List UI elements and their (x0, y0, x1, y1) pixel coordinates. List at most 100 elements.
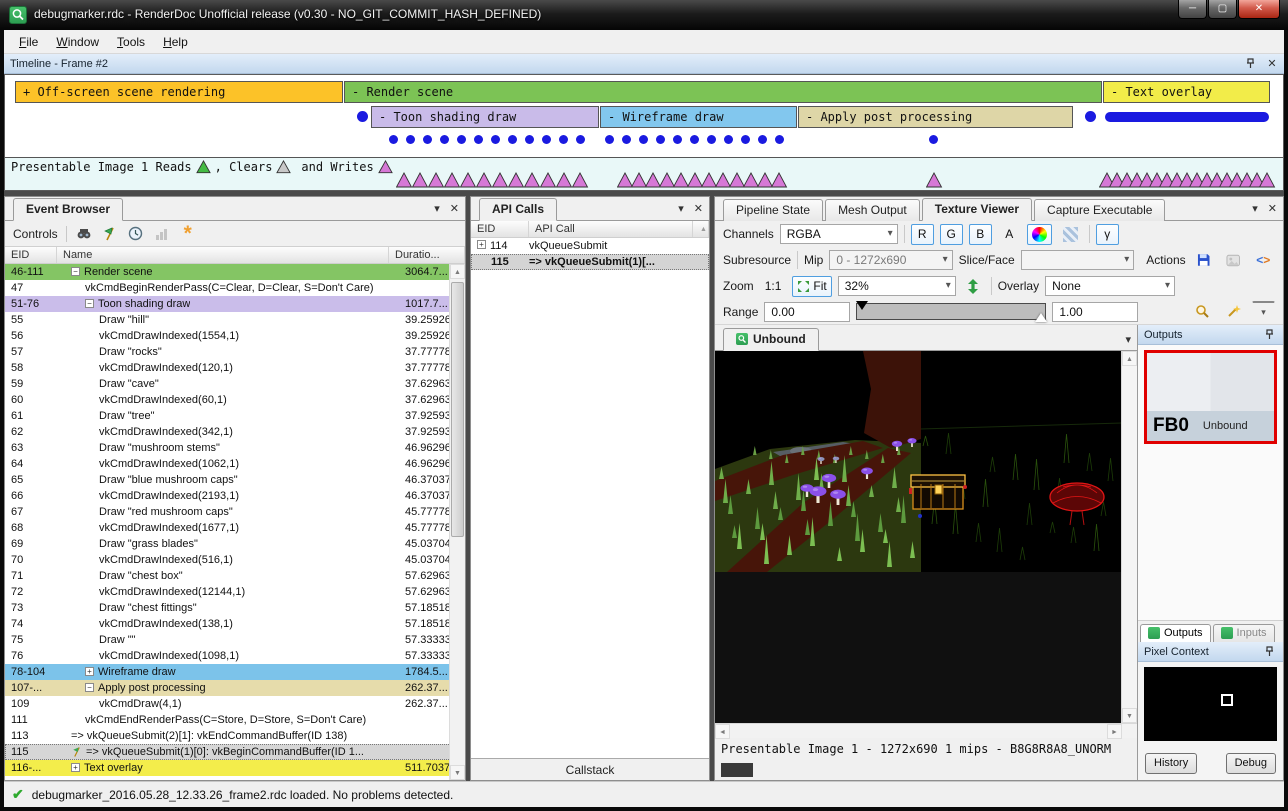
table-row[interactable]: 55Draw "hill"39.25926 (5, 312, 465, 328)
pin-icon[interactable] (1265, 646, 1277, 657)
range-black-point-handle[interactable] (856, 301, 868, 310)
menu-tools[interactable]: Tools (108, 32, 154, 52)
texture-viewport[interactable]: ▲ ▼ (715, 351, 1137, 723)
debug-button[interactable]: Debug (1226, 753, 1276, 774)
table-row[interactable]: 115=> vkQueueSubmit(1)[... (471, 254, 709, 270)
tab-pipeline-state[interactable]: Pipeline State (723, 199, 823, 221)
table-row[interactable]: 76vkCmdDrawIndexed(1098,1)57.33333 (5, 648, 465, 664)
pin-icon[interactable] (1246, 58, 1258, 69)
table-row[interactable]: 58vkCmdDrawIndexed(120,1)37.77778 (5, 360, 465, 376)
table-row[interactable]: 116-...+Text overlay511.7037 (5, 760, 465, 776)
event-list-scrollbar[interactable]: ▲ ▼ (449, 264, 465, 780)
table-row[interactable]: 69Draw "grass blades"45.03704 (5, 536, 465, 552)
scroll-up-icon[interactable]: ▲ (1122, 351, 1137, 366)
overlay-select[interactable]: None▾ (1045, 276, 1175, 296)
table-row[interactable]: 68vkCmdDrawIndexed(1677,1)45.77778 (5, 520, 465, 536)
column-api-call[interactable]: API Call (529, 221, 693, 237)
collapse-icon[interactable]: − (85, 299, 94, 308)
table-row[interactable]: +114vkQueueSubmit (471, 238, 709, 254)
table-row[interactable]: 74vkCmdDrawIndexed(138,1)57.18518 (5, 616, 465, 632)
menu-window[interactable]: Window (47, 32, 108, 52)
tab-inputs[interactable]: Inputs (1213, 624, 1275, 642)
channels-select[interactable]: RGBA▾ (780, 224, 898, 244)
table-row[interactable]: 56vkCmdDrawIndexed(1554,1)39.25926 (5, 328, 465, 344)
zoom-1to1-button[interactable]: 1:1 (760, 276, 787, 297)
slice-face-select[interactable]: ▾ (1021, 250, 1135, 270)
expand-icon[interactable]: + (71, 763, 80, 772)
range-max-input[interactable]: 1.00 (1052, 302, 1138, 322)
table-row[interactable]: 67Draw "red mushroom caps"45.77778 (5, 504, 465, 520)
table-row[interactable]: 70vkCmdDrawIndexed(516,1)45.03704 (5, 552, 465, 568)
table-row[interactable]: 63Draw "mushroom stems"46.96296 (5, 440, 465, 456)
range-autofit-button[interactable] (1190, 301, 1215, 322)
pin-icon[interactable] (1265, 329, 1277, 340)
table-row[interactable]: 61Draw "tree"37.92593 (5, 408, 465, 424)
gamma-toggle[interactable]: γ (1096, 224, 1119, 245)
flip-y-button[interactable] (962, 276, 985, 297)
range-min-input[interactable]: 0.00 (764, 302, 850, 322)
table-row[interactable]: 111vkCmdEndRenderPass(C=Store, D=Store, … (5, 712, 465, 728)
close-icon[interactable]: ✕ (1268, 202, 1277, 215)
table-row[interactable]: 46-111−Render scene3064.7... (5, 264, 465, 280)
range-auto-button[interactable] (1221, 301, 1246, 322)
table-row[interactable]: 107-...−Apply post processing262.37... (5, 680, 465, 696)
table-row[interactable]: 113=> vkQueueSubmit(2)[1]: vkEndCommandB… (5, 728, 465, 744)
time-clock-icon[interactable] (127, 225, 145, 243)
minimize-button[interactable]: ─ (1178, 0, 1207, 19)
close-icon[interactable]: ✕ (1266, 57, 1278, 70)
channel-blue-toggle[interactable]: B (969, 224, 992, 245)
table-row[interactable]: 71Draw "chest box"57.62963 (5, 568, 465, 584)
scroll-down-icon[interactable]: ▼ (450, 765, 465, 780)
close-icon[interactable]: ✕ (694, 202, 703, 215)
range-white-point-handle[interactable] (1035, 313, 1047, 322)
timeline-bar[interactable]: - Wireframe draw (600, 106, 797, 128)
tab-current-texture[interactable]: Unbound (723, 328, 819, 351)
chevron-down-icon[interactable]: ▾ (1125, 333, 1131, 346)
table-row[interactable]: 66vkCmdDrawIndexed(2193,1)46.37037 (5, 488, 465, 504)
collapse-icon[interactable]: − (71, 267, 80, 276)
timeline-bar[interactable]: - Text overlay (1103, 81, 1270, 103)
timeline-bar[interactable]: - Toon shading draw (371, 106, 599, 128)
tab-outputs[interactable]: Outputs (1140, 624, 1211, 642)
chevron-down-icon[interactable]: ▾ (678, 202, 684, 215)
close-icon[interactable]: ✕ (450, 202, 459, 215)
table-row[interactable]: 109vkCmdDraw(4,1)262.37... (5, 696, 465, 712)
chevron-down-icon[interactable]: ▾ (434, 202, 440, 215)
scroll-right-icon[interactable]: ► (1107, 724, 1122, 739)
scroll-down-icon[interactable]: ▼ (1122, 708, 1137, 723)
texture-hscrollbar[interactable]: ◄ ► (715, 723, 1137, 738)
timeline-bar[interactable]: + Off-screen scene rendering (15, 81, 343, 103)
scroll-up-icon[interactable]: ▲ (450, 264, 465, 279)
pixel-context-view[interactable] (1144, 667, 1277, 741)
stats-icon[interactable] (153, 225, 171, 243)
range-slider[interactable] (856, 303, 1046, 320)
expand-icon[interactable]: + (477, 240, 486, 249)
close-button[interactable]: ✕ (1238, 0, 1280, 19)
timeline-bar[interactable]: - Apply post processing (798, 106, 1073, 128)
zoom-select[interactable]: 32%▾ (838, 276, 956, 296)
column-eid[interactable]: EID (471, 221, 529, 237)
column-name[interactable]: Name (57, 247, 389, 263)
chevron-down-icon[interactable]: ▾ (1252, 202, 1258, 215)
tab-capture-executable[interactable]: Capture Executable (1034, 199, 1165, 221)
table-row[interactable]: 115=> vkQueueSubmit(1)[0]: vkBeginComman… (5, 744, 465, 760)
color-wheel-toggle[interactable] (1027, 224, 1052, 245)
tab-texture-viewer[interactable]: Texture Viewer (922, 198, 1032, 221)
texture-vscrollbar[interactable]: ▲ ▼ (1121, 351, 1137, 723)
table-row[interactable]: 64vkCmdDrawIndexed(1062,1)46.96296 (5, 456, 465, 472)
table-row[interactable]: 60vkCmdDrawIndexed(60,1)37.62963 (5, 392, 465, 408)
scroll-left-icon[interactable]: ◄ (715, 724, 730, 739)
menu-help[interactable]: Help (154, 32, 197, 52)
scroll-thumb[interactable] (451, 282, 464, 537)
table-row[interactable]: 75Draw ""57.33333 (5, 632, 465, 648)
channel-green-toggle[interactable]: G (940, 224, 963, 245)
table-row[interactable]: 57Draw "rocks"37.77778 (5, 344, 465, 360)
zoom-fit-button[interactable]: Fit (792, 276, 831, 297)
scroll-up-icon[interactable]: ▲ (693, 221, 709, 237)
output-thumbnail-fb0[interactable]: FB0 Unbound (1144, 350, 1277, 444)
timeline-bar[interactable]: - Render scene (344, 81, 1102, 103)
table-row[interactable]: 73Draw "chest fittings"57.18518 (5, 600, 465, 616)
collapse-icon[interactable]: − (85, 683, 94, 692)
column-duration[interactable]: Duratio... (389, 247, 465, 263)
table-row[interactable]: 78-104+Wireframe draw1784.5... (5, 664, 465, 680)
